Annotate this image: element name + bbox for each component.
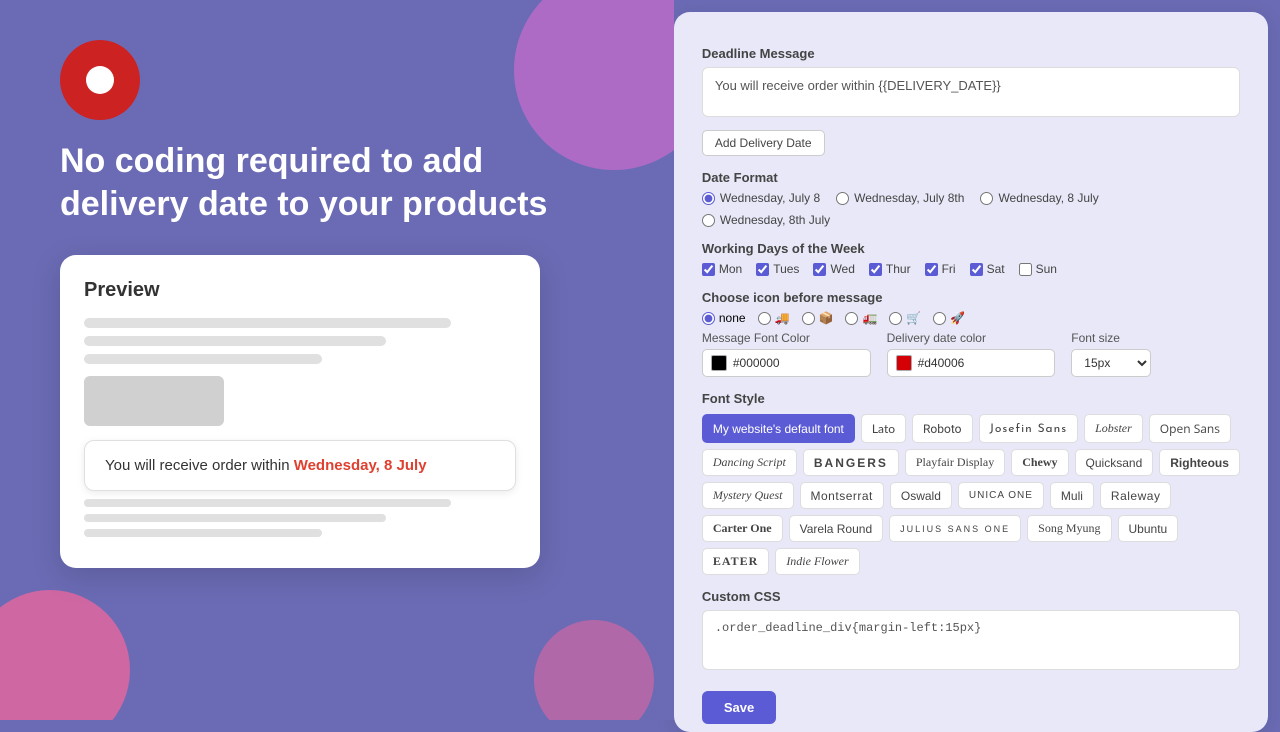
font-btn-muli[interactable]: Muli <box>1050 482 1094 509</box>
day-mon[interactable]: Mon <box>702 262 742 276</box>
icon-cart[interactable]: 🛒 <box>889 311 921 325</box>
preview-bottom-line-2 <box>84 514 386 522</box>
delivery-date-color-input[interactable]: #d40006 <box>887 349 1056 377</box>
headline-text: No coding required to add delivery date … <box>60 140 580 225</box>
decorative-circle-bottom-left <box>0 590 130 720</box>
message-font-color-label: Message Font Color <box>702 331 871 345</box>
date-format-option-4[interactable]: Wednesday, 8th July <box>702 213 830 227</box>
font-style-label: Font Style <box>702 391 1240 406</box>
font-btn-bangers[interactable]: BANGERS <box>803 449 899 476</box>
day-sat[interactable]: Sat <box>970 262 1005 276</box>
add-delivery-date-button[interactable]: Add Delivery Date <box>702 130 825 156</box>
preview-title: Preview <box>84 279 516 302</box>
right-panel: Deadline Message .order_deadline_div{mar… <box>674 12 1268 732</box>
font-btn-ubuntu[interactable]: Ubuntu <box>1118 515 1179 542</box>
icon-before-message-label: Choose icon before message <box>702 290 1240 305</box>
font-btn-playfair[interactable]: Playfair Display <box>905 449 1005 476</box>
date-format-option-3[interactable]: Wednesday, 8 July <box>980 191 1098 205</box>
font-style-section: Font Style My website's default font Lat… <box>702 391 1240 575</box>
delivery-date-color-group: Delivery date color #d40006 <box>887 331 1056 377</box>
preview-content-lines <box>84 318 516 364</box>
delivery-message-preview: You will receive order within Wednesday,… <box>84 440 516 491</box>
deadline-message-label: Deadline Message <box>702 46 1240 61</box>
font-btn-oswald[interactable]: Oswald <box>890 482 952 509</box>
preview-line-3 <box>84 354 322 364</box>
font-btn-default[interactable]: My website's default font <box>702 414 855 443</box>
delivery-date-color-label: Delivery date color <box>887 331 1056 345</box>
day-tues[interactable]: Tues <box>756 262 799 276</box>
font-btn-mystery[interactable]: Mystery Quest <box>702 482 794 509</box>
date-format-option-2[interactable]: Wednesday, July 8th <box>836 191 964 205</box>
delivery-date-color-value: #d40006 <box>918 356 965 370</box>
icon-box[interactable]: 📦 <box>802 311 834 325</box>
font-btn-roboto[interactable]: Roboto <box>912 414 972 443</box>
preview-image-placeholder <box>84 376 224 426</box>
delivery-message-prefix: You will receive order within <box>105 457 294 474</box>
date-format-option-1[interactable]: Wednesday, July 8 <box>702 191 820 205</box>
font-btn-righteous[interactable]: Righteous <box>1159 449 1240 476</box>
preview-bottom-lines <box>84 499 516 537</box>
message-font-color-input[interactable]: #000000 <box>702 349 871 377</box>
message-font-color-value: #000000 <box>733 356 780 370</box>
date-format-label: Date Format <box>702 170 1240 185</box>
working-days-label: Working Days of the Week <box>702 241 1240 256</box>
font-size-group: Font size 15px 12px 14px 16px 18px 20px <box>1071 331 1240 377</box>
font-btn-song[interactable]: Song Myung <box>1027 515 1111 542</box>
save-button[interactable]: Save <box>702 691 776 724</box>
font-btn-julius[interactable]: JULIUS SANS ONE <box>889 515 1021 542</box>
font-btn-raleway[interactable]: Raleway <box>1100 482 1172 509</box>
font-btn-carter[interactable]: Carter One <box>702 515 783 542</box>
preview-line-2 <box>84 336 386 346</box>
decorative-circle-bottom-right <box>534 620 654 720</box>
font-buttons-grid: My website's default font Lato Roboto Jo… <box>702 414 1240 575</box>
day-wed[interactable]: Wed <box>813 262 854 276</box>
delivery-date-value: Wednesday, 8 July <box>294 457 427 474</box>
icon-delivery-truck[interactable]: 🚛 <box>845 311 877 325</box>
font-btn-dancing[interactable]: Dancing Script <box>702 449 797 476</box>
message-font-color-swatch <box>711 355 727 371</box>
font-btn-lato[interactable]: Lato <box>861 414 906 443</box>
working-days-checkbox-group: Mon Tues Wed Thur Fri Sat Sun <box>702 262 1240 276</box>
preview-bottom-line-1 <box>84 499 451 507</box>
font-size-select[interactable]: 15px 12px 14px 16px 18px 20px <box>1071 349 1151 377</box>
day-sun[interactable]: Sun <box>1019 262 1057 276</box>
icon-truck[interactable]: 🚚 <box>758 311 790 325</box>
font-btn-eater[interactable]: EATER <box>702 548 769 575</box>
deadline-message-textarea[interactable]: .order_deadline_div{margin-left:15px} <box>702 67 1240 117</box>
color-font-row: Message Font Color #000000 Delivery date… <box>702 331 1240 377</box>
custom-css-section: Custom CSS .order_deadline_div{margin-le… <box>702 589 1240 675</box>
font-btn-josefin[interactable]: Josefin Sans <box>979 414 1079 443</box>
preview-line-1 <box>84 318 451 328</box>
day-thur[interactable]: Thur <box>869 262 911 276</box>
font-btn-varela[interactable]: Varela Round <box>789 515 884 542</box>
icon-radio-group: none 🚚 📦 🚛 🛒 🚀 <box>702 311 1240 325</box>
left-panel: No coding required to add delivery date … <box>0 0 674 720</box>
font-btn-lobster[interactable]: Lobster <box>1084 414 1143 443</box>
icon-rocket[interactable]: 🚀 <box>933 311 965 325</box>
font-btn-quicksand[interactable]: Quicksand <box>1075 449 1154 476</box>
font-size-label: Font size <box>1071 331 1240 345</box>
preview-card: Preview You will receive order within We… <box>60 255 540 568</box>
date-format-radio-group: Wednesday, July 8 Wednesday, July 8th We… <box>702 191 1240 227</box>
icon-none[interactable]: none <box>702 311 746 325</box>
preview-bottom-line-3 <box>84 529 322 537</box>
custom-css-label: Custom CSS <box>702 589 1240 604</box>
message-font-color-group: Message Font Color #000000 <box>702 331 871 377</box>
day-fri[interactable]: Fri <box>925 262 956 276</box>
custom-css-textarea[interactable]: .order_deadline_div{margin-left:15px} <box>702 610 1240 670</box>
font-btn-montserrat[interactable]: Montserrat <box>800 482 884 509</box>
delivery-date-color-swatch <box>896 355 912 371</box>
font-btn-open-sans[interactable]: Open Sans <box>1149 414 1231 443</box>
red-record-icon <box>60 40 140 120</box>
font-btn-unica[interactable]: UNICA ONE <box>958 482 1044 509</box>
font-btn-chewy[interactable]: Chewy <box>1011 449 1068 476</box>
font-btn-indie[interactable]: Indie Flower <box>775 548 859 575</box>
